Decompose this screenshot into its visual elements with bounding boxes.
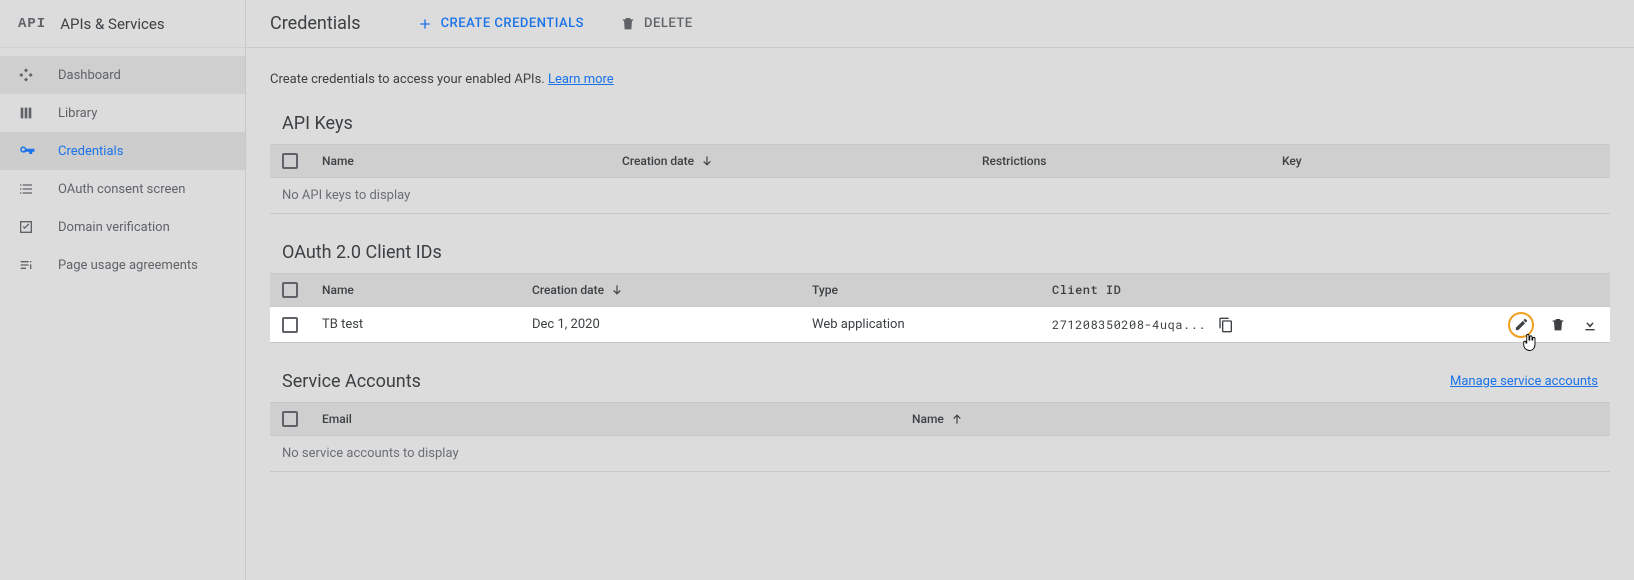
col-name[interactable]: Name	[912, 412, 1598, 426]
service-accounts-section: Service Accounts Manage service accounts…	[270, 371, 1610, 472]
oauth-row[interactable]: TB test Dec 1, 2020 Web application 2712…	[270, 307, 1610, 343]
select-all-checkbox[interactable]	[282, 153, 298, 169]
sidebar-item-library[interactable]: Library	[0, 94, 245, 132]
api-keys-empty-row: No API keys to display	[270, 178, 1610, 214]
cursor-hand-icon	[1520, 332, 1538, 354]
dashboard-icon	[18, 67, 58, 83]
sort-down-icon	[610, 283, 624, 297]
api-keys-empty-text: No API keys to display	[282, 188, 410, 203]
client-id-text: 271208350208-4uqa...	[1052, 317, 1206, 333]
cell-client-id: 271208350208-4uqa...	[1052, 317, 1252, 333]
delete-label: DELETE	[644, 16, 693, 31]
col-date-label: Creation date	[532, 283, 604, 297]
cell-date: Dec 1, 2020	[532, 317, 812, 332]
agreements-icon	[18, 257, 58, 273]
sidebar-header: API APIs & Services	[0, 0, 245, 48]
nav-list: Dashboard Library Credentials OAuth cons…	[0, 48, 245, 284]
sort-up-icon	[950, 412, 964, 426]
consent-icon	[18, 181, 58, 197]
col-type[interactable]: Type	[812, 283, 1052, 297]
check-icon	[18, 219, 58, 235]
col-name-label: Name	[912, 412, 944, 426]
sidebar-title: APIs & Services	[60, 15, 164, 33]
col-email[interactable]: Email	[322, 412, 912, 426]
service-accounts-title: Service Accounts	[282, 371, 421, 392]
api-keys-title: API Keys	[282, 113, 353, 134]
sidebar-item-label: Page usage agreements	[58, 258, 198, 273]
api-keys-section: API Keys Name Creation date Restrictions…	[270, 113, 1610, 214]
col-name[interactable]: Name	[322, 154, 622, 168]
service-accounts-empty-text: No service accounts to display	[282, 446, 459, 461]
sidebar-item-oauth-consent[interactable]: OAuth consent screen	[0, 170, 245, 208]
create-credentials-button[interactable]: CREATE CREDENTIALS	[409, 10, 592, 38]
key-icon	[18, 142, 58, 160]
pencil-icon	[1514, 317, 1529, 332]
cell-name: TB test	[322, 317, 532, 332]
service-accounts-header-row: Email Name	[270, 402, 1610, 436]
oauth-header-row: Name Creation date Type Client ID	[270, 273, 1610, 307]
intro-text: Create credentials to access your enable…	[270, 72, 1610, 87]
col-creation-date[interactable]: Creation date	[622, 154, 982, 168]
create-credentials-label: CREATE CREDENTIALS	[441, 16, 584, 31]
plus-icon	[417, 16, 433, 32]
main: Credentials CREATE CREDENTIALS DELETE Cr…	[246, 0, 1634, 580]
topbar: Credentials CREATE CREDENTIALS DELETE	[246, 0, 1634, 48]
sidebar-item-dashboard[interactable]: Dashboard	[0, 56, 245, 94]
cell-type: Web application	[812, 317, 1052, 332]
sort-down-icon	[700, 154, 714, 168]
select-all-checkbox[interactable]	[282, 282, 298, 298]
oauth-section: OAuth 2.0 Client IDs Name Creation date …	[270, 242, 1610, 343]
sidebar-item-label: OAuth consent screen	[58, 182, 185, 197]
library-icon	[18, 105, 58, 121]
page-title: Credentials	[270, 13, 361, 34]
sidebar-item-credentials[interactable]: Credentials	[0, 132, 245, 170]
col-date-label: Creation date	[622, 154, 694, 168]
sidebar-item-page-usage[interactable]: Page usage agreements	[0, 246, 245, 284]
trash-icon	[620, 16, 636, 32]
sidebar-item-label: Credentials	[58, 144, 123, 159]
delete-button[interactable]: DELETE	[612, 10, 701, 38]
content: Create credentials to access your enable…	[246, 48, 1634, 524]
intro-text-body: Create credentials to access your enable…	[270, 72, 548, 87]
sidebar-item-domain-verification[interactable]: Domain verification	[0, 208, 245, 246]
edit-button[interactable]	[1508, 312, 1534, 338]
manage-service-accounts-link[interactable]: Manage service accounts	[1450, 374, 1598, 389]
col-name[interactable]: Name	[322, 283, 532, 297]
learn-more-link[interactable]: Learn more	[548, 72, 614, 87]
col-restrictions[interactable]: Restrictions	[982, 154, 1282, 168]
row-checkbox[interactable]	[282, 317, 298, 333]
sidebar: API APIs & Services Dashboard Library	[0, 0, 246, 580]
col-key[interactable]: Key	[1282, 154, 1598, 168]
copy-icon[interactable]	[1218, 317, 1234, 333]
api-logo: API	[18, 16, 46, 32]
api-keys-header-row: Name Creation date Restrictions Key	[270, 144, 1610, 178]
delete-row-button[interactable]	[1550, 317, 1566, 333]
select-all-checkbox[interactable]	[282, 411, 298, 427]
sidebar-item-label: Dashboard	[58, 68, 121, 83]
col-client-id[interactable]: Client ID	[1052, 282, 1252, 298]
oauth-title: OAuth 2.0 Client IDs	[282, 242, 442, 263]
sidebar-item-label: Library	[58, 106, 97, 121]
download-button[interactable]	[1582, 317, 1598, 333]
col-creation-date[interactable]: Creation date	[532, 283, 812, 297]
sidebar-item-label: Domain verification	[58, 220, 170, 235]
service-accounts-empty-row: No service accounts to display	[270, 436, 1610, 472]
